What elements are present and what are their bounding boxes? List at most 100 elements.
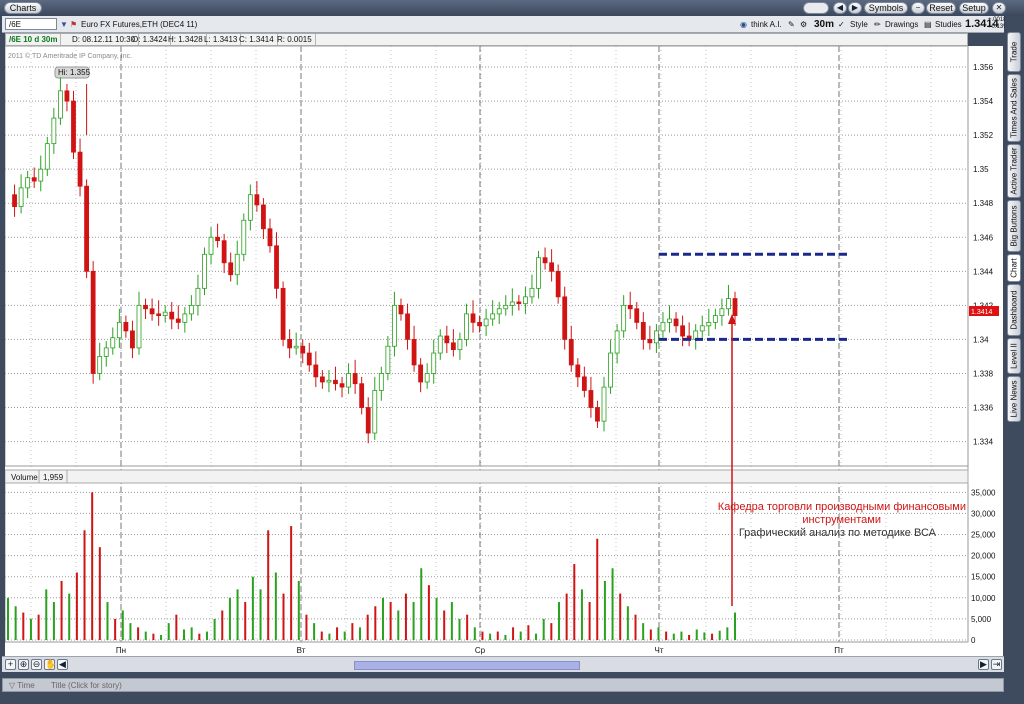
symbol-dropdown-icon[interactable]: ▼ xyxy=(60,18,68,31)
think-ai-button[interactable]: think A.I. xyxy=(751,18,782,31)
candle-body xyxy=(280,287,286,340)
candle-body xyxy=(110,337,116,349)
volume-bar xyxy=(98,547,101,640)
hand-tool-icon[interactable]: ✋ xyxy=(44,659,56,670)
style-icon[interactable]: ✓ xyxy=(838,18,845,31)
volume-bar xyxy=(336,627,339,640)
bar-range: R: 0.0015 xyxy=(274,34,316,45)
candle-body xyxy=(182,313,188,323)
candle-body xyxy=(581,376,587,391)
think-ai-icon[interactable]: ◉ xyxy=(740,18,747,31)
zoom-in-icon[interactable]: ⊕ xyxy=(18,659,29,670)
candle-body xyxy=(568,339,574,366)
tab-chart[interactable]: Chart xyxy=(1007,254,1021,282)
settings-tool-icon[interactable]: ⚙ xyxy=(800,18,807,31)
back-arrow-icon[interactable]: ◀ xyxy=(833,2,847,14)
volume-bar xyxy=(267,530,270,640)
scroll-left-icon[interactable]: ◀ xyxy=(57,659,68,670)
x-tick-label: Ср xyxy=(475,646,486,655)
volume-bar xyxy=(611,568,614,640)
volume-bar xyxy=(496,631,499,640)
studies-button[interactable]: Studies xyxy=(935,18,962,31)
volume-bar xyxy=(7,597,9,640)
style-button[interactable]: Style xyxy=(850,18,868,31)
candle-body xyxy=(385,345,391,374)
zoom-in-plus-icon[interactable]: + xyxy=(5,659,16,670)
tab-big-buttons[interactable]: Big Buttons xyxy=(1007,200,1021,252)
flag-icon[interactable]: ⚑ xyxy=(70,18,77,31)
zoom-out-icon[interactable]: ⊖ xyxy=(31,659,42,670)
interval-button[interactable]: 30m xyxy=(814,18,834,31)
candle-body xyxy=(18,187,24,208)
volume-bar xyxy=(580,589,583,640)
candle-body xyxy=(149,308,155,315)
candle-body xyxy=(529,287,535,298)
scroll-thumb[interactable] xyxy=(354,661,580,670)
crosshair-tool-icon[interactable]: ✎ xyxy=(788,18,795,31)
candle-body xyxy=(660,321,666,332)
volume-bar xyxy=(297,580,300,640)
drawings-button[interactable]: Drawings xyxy=(885,18,918,31)
volume-bar xyxy=(596,538,599,640)
x-tick-label: Пт xyxy=(834,646,844,655)
price-volume-chart[interactable]: Volume 1,959 2011 © TD Ameritrade IP Com… xyxy=(5,46,1003,656)
candle-body xyxy=(562,296,568,340)
tab-times-and-sales[interactable]: Times And Sales xyxy=(1007,74,1021,142)
volume-tick-label: 20,000 xyxy=(971,552,996,561)
pencil-icon[interactable]: ✏ xyxy=(874,18,881,31)
volume-bar xyxy=(205,631,208,640)
news-story-bar[interactable]: ▽ Time Title (Click for story) xyxy=(2,678,1004,692)
charts-tab[interactable]: Charts xyxy=(4,2,42,14)
tab-level-ii[interactable]: Level II xyxy=(1007,338,1021,374)
symbols-button[interactable]: Symbols xyxy=(864,2,908,14)
candle-body xyxy=(306,352,312,366)
volume-bar xyxy=(251,576,254,640)
candle-body xyxy=(38,168,44,182)
candle-body xyxy=(228,262,234,276)
candle-body xyxy=(136,304,142,349)
volume-bar xyxy=(274,572,277,640)
candle-body xyxy=(503,304,509,310)
volume-bar xyxy=(129,623,132,640)
tab-active-trader[interactable]: Active Trader xyxy=(1007,144,1021,198)
close-icon[interactable]: ✕ xyxy=(992,2,1006,14)
volume-bar xyxy=(236,589,239,640)
volume-bar xyxy=(221,610,224,640)
candle-body xyxy=(483,318,489,327)
candle-body xyxy=(398,304,404,315)
candle-body xyxy=(254,194,260,206)
reset-button[interactable]: Reset xyxy=(926,2,956,14)
annotation-line-2: инструментами xyxy=(802,514,881,526)
candle-body xyxy=(719,308,725,316)
studies-icon[interactable]: ▤ xyxy=(924,18,932,31)
volume-bar xyxy=(718,630,721,640)
net-change: +.0018 xyxy=(988,17,1007,23)
candle-body xyxy=(103,347,109,357)
scroll-right-icon[interactable]: ▶ xyxy=(978,659,989,670)
tab-trade[interactable]: Trade xyxy=(1007,32,1021,72)
volume-tick-label: 35,000 xyxy=(971,488,996,497)
bar-info-strip: /6E 10 d 30m D: 08.12.11 10:30 O: 1.3424… xyxy=(5,33,968,46)
link-box[interactable] xyxy=(803,2,829,14)
volume-bar xyxy=(489,633,492,640)
setup-button[interactable]: Setup xyxy=(959,2,989,14)
candle-body xyxy=(496,308,502,315)
symbol-input[interactable]: /6E xyxy=(5,18,57,30)
candle-body xyxy=(84,185,89,272)
minus-icon[interactable]: − xyxy=(911,2,925,14)
forward-arrow-icon[interactable]: ▶ xyxy=(848,2,862,14)
candle-body xyxy=(627,304,633,310)
volume-label: Volume xyxy=(11,473,38,482)
tab-dashboard[interactable]: Dashboard xyxy=(1007,284,1021,336)
scroll-end-icon[interactable]: ⇥ xyxy=(991,659,1002,670)
volume-bar xyxy=(603,580,606,640)
volume-bar xyxy=(657,627,660,640)
aggregation-label[interactable]: /6E 10 d 30m xyxy=(6,34,62,45)
candle-body xyxy=(509,301,515,306)
candle-body xyxy=(732,298,738,316)
candle-body xyxy=(339,383,345,388)
volume-bar xyxy=(190,627,193,640)
volume-bar xyxy=(397,610,400,640)
volume-bar xyxy=(144,631,147,640)
tab-live-news[interactable]: Live News xyxy=(1007,376,1021,422)
